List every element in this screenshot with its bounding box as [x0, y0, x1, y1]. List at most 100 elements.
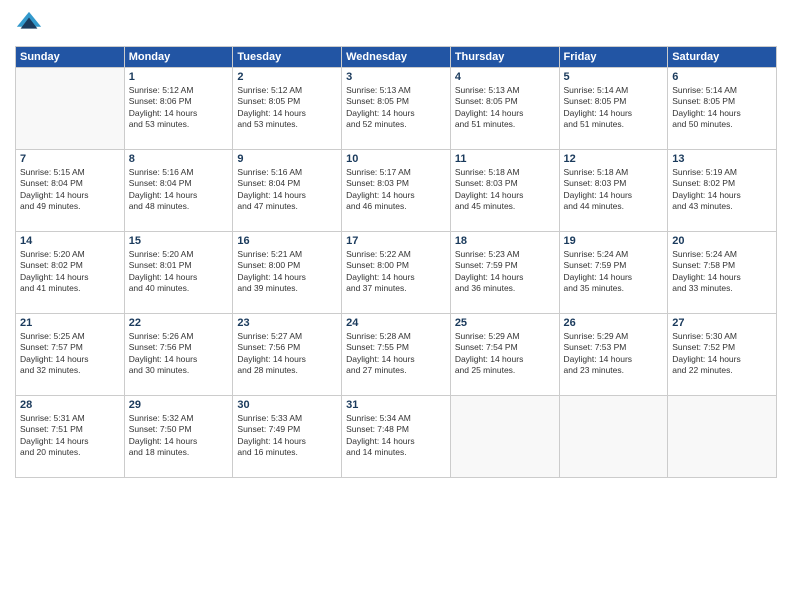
day-info: Sunrise: 5:24 AM Sunset: 7:59 PM Dayligh…: [564, 249, 664, 295]
day-info: Sunrise: 5:12 AM Sunset: 8:05 PM Dayligh…: [237, 85, 337, 131]
weekday-header-sunday: Sunday: [16, 47, 125, 68]
calendar-cell: 6Sunrise: 5:14 AM Sunset: 8:05 PM Daylig…: [668, 68, 777, 150]
calendar-cell: 26 Sunrise: 5:29 AM Sunset: 7:53 PM Dayli…: [559, 314, 668, 396]
calendar-cell: 2 Sunrise: 5:12 AM Sunset: 8:05 PM Daylig…: [233, 68, 342, 150]
day-info: Sunrise: 5:20 AM Sunset: 8:01 PM Dayligh…: [129, 249, 229, 295]
day-info: Sunrise: 5:12 AM Sunset: 8:06 PM Dayligh…: [129, 85, 229, 131]
calendar-cell: [450, 396, 559, 478]
calendar-week-4: 28 Sunrise: 5:31 AM Sunset: 7:51 PM Dayli…: [16, 396, 777, 478]
weekday-header-monday: Monday: [124, 47, 233, 68]
calendar-cell: 17Sunrise: 5:22 AM Sunset: 8:00 PM Dayli…: [342, 232, 451, 314]
calendar-cell: 11 Sunrise: 5:18 AM Sunset: 8:03 PM Dayli…: [450, 150, 559, 232]
day-number: 22: [129, 317, 229, 329]
day-info: Sunrise: 5:18 AM Sunset: 8:03 PM Dayligh…: [564, 167, 664, 213]
day-number: 13: [672, 153, 772, 165]
day-number: 5: [564, 71, 664, 83]
day-info: Sunrise: 5:20 AM Sunset: 8:02 PM Dayligh…: [20, 249, 120, 295]
day-number: 25: [455, 317, 555, 329]
day-number: 2: [237, 71, 337, 83]
calendar-cell: 16 Sunrise: 5:21 AM Sunset: 8:00 PM Dayli…: [233, 232, 342, 314]
weekday-header-thursday: Thursday: [450, 47, 559, 68]
day-number: 21: [20, 317, 120, 329]
day-info: Sunrise: 5:13 AM Sunset: 8:05 PM Dayligh…: [346, 85, 446, 131]
day-number: 18: [455, 235, 555, 247]
calendar-cell: 9 Sunrise: 5:16 AM Sunset: 8:04 PM Daylig…: [233, 150, 342, 232]
day-info: Sunrise: 5:21 AM Sunset: 8:00 PM Dayligh…: [237, 249, 337, 295]
calendar-cell: 30Sunrise: 5:33 AM Sunset: 7:49 PM Dayli…: [233, 396, 342, 478]
day-number: 8: [129, 153, 229, 165]
day-info: Sunrise: 5:28 AM Sunset: 7:55 PM Dayligh…: [346, 331, 446, 377]
calendar-cell: 22 Sunrise: 5:26 AM Sunset: 7:56 PM Dayli…: [124, 314, 233, 396]
day-info: Sunrise: 5:26 AM Sunset: 7:56 PM Dayligh…: [129, 331, 229, 377]
calendar-cell: 8 Sunrise: 5:16 AM Sunset: 8:04 PM Daylig…: [124, 150, 233, 232]
day-number: 28: [20, 399, 120, 411]
day-info: Sunrise: 5:19 AM Sunset: 8:02 PM Dayligh…: [672, 167, 772, 213]
day-number: 7: [20, 153, 120, 165]
calendar-cell: 23 Sunrise: 5:27 AM Sunset: 7:56 PM Dayli…: [233, 314, 342, 396]
day-number: 16: [237, 235, 337, 247]
day-number: 24: [346, 317, 446, 329]
day-info: Sunrise: 5:13 AM Sunset: 8:05 PM Dayligh…: [455, 85, 555, 131]
day-number: 10: [346, 153, 446, 165]
logo: [15, 10, 45, 38]
day-number: 15: [129, 235, 229, 247]
calendar-cell: 13 Sunrise: 5:19 AM Sunset: 8:02 PM Dayli…: [668, 150, 777, 232]
day-number: 29: [129, 399, 229, 411]
day-info: Sunrise: 5:27 AM Sunset: 7:56 PM Dayligh…: [237, 331, 337, 377]
calendar-cell: [559, 396, 668, 478]
calendar-cell: 10Sunrise: 5:17 AM Sunset: 8:03 PM Dayli…: [342, 150, 451, 232]
calendar-cell: [16, 68, 125, 150]
day-info: Sunrise: 5:34 AM Sunset: 7:48 PM Dayligh…: [346, 413, 446, 459]
calendar-week-2: 14 Sunrise: 5:20 AM Sunset: 8:02 PM Dayli…: [16, 232, 777, 314]
calendar-week-0: 1Sunrise: 5:12 AM Sunset: 8:06 PM Daylig…: [16, 68, 777, 150]
calendar-cell: 4 Sunrise: 5:13 AM Sunset: 8:05 PM Daylig…: [450, 68, 559, 150]
day-number: 31: [346, 399, 446, 411]
calendar-cell: 25Sunrise: 5:29 AM Sunset: 7:54 PM Dayli…: [450, 314, 559, 396]
calendar-cell: 3 Sunrise: 5:13 AM Sunset: 8:05 PM Daylig…: [342, 68, 451, 150]
calendar-cell: 28 Sunrise: 5:31 AM Sunset: 7:51 PM Dayli…: [16, 396, 125, 478]
day-info: Sunrise: 5:15 AM Sunset: 8:04 PM Dayligh…: [20, 167, 120, 213]
calendar-cell: 18Sunrise: 5:23 AM Sunset: 7:59 PM Dayli…: [450, 232, 559, 314]
calendar-cell: 12 Sunrise: 5:18 AM Sunset: 8:03 PM Dayli…: [559, 150, 668, 232]
day-number: 20: [672, 235, 772, 247]
day-number: 23: [237, 317, 337, 329]
calendar-header: SundayMondayTuesdayWednesdayThursdayFrid…: [16, 47, 777, 68]
day-info: Sunrise: 5:16 AM Sunset: 8:04 PM Dayligh…: [237, 167, 337, 213]
calendar-week-1: 7 Sunrise: 5:15 AM Sunset: 8:04 PM Daylig…: [16, 150, 777, 232]
day-number: 6: [672, 71, 772, 83]
calendar-cell: 5Sunrise: 5:14 AM Sunset: 8:05 PM Daylig…: [559, 68, 668, 150]
day-number: 4: [455, 71, 555, 83]
logo-icon: [15, 10, 43, 38]
day-info: Sunrise: 5:29 AM Sunset: 7:53 PM Dayligh…: [564, 331, 664, 377]
calendar-cell: 24 Sunrise: 5:28 AM Sunset: 7:55 PM Dayli…: [342, 314, 451, 396]
calendar-table: SundayMondayTuesdayWednesdayThursdayFrid…: [15, 46, 777, 478]
calendar-cell: 31 Sunrise: 5:34 AM Sunset: 7:48 PM Dayli…: [342, 396, 451, 478]
day-number: 26: [564, 317, 664, 329]
weekday-header-wednesday: Wednesday: [342, 47, 451, 68]
weekday-header-saturday: Saturday: [668, 47, 777, 68]
day-number: 14: [20, 235, 120, 247]
day-number: 27: [672, 317, 772, 329]
calendar-cell: 7 Sunrise: 5:15 AM Sunset: 8:04 PM Daylig…: [16, 150, 125, 232]
header: [15, 10, 777, 38]
day-info: Sunrise: 5:16 AM Sunset: 8:04 PM Dayligh…: [129, 167, 229, 213]
day-info: Sunrise: 5:30 AM Sunset: 7:52 PM Dayligh…: [672, 331, 772, 377]
day-info: Sunrise: 5:18 AM Sunset: 8:03 PM Dayligh…: [455, 167, 555, 213]
day-info: Sunrise: 5:25 AM Sunset: 7:57 PM Dayligh…: [20, 331, 120, 377]
calendar-cell: 27 Sunrise: 5:30 AM Sunset: 7:52 PM Dayli…: [668, 314, 777, 396]
calendar-cell: [668, 396, 777, 478]
day-info: Sunrise: 5:32 AM Sunset: 7:50 PM Dayligh…: [129, 413, 229, 459]
calendar-week-3: 21 Sunrise: 5:25 AM Sunset: 7:57 PM Dayli…: [16, 314, 777, 396]
day-number: 11: [455, 153, 555, 165]
day-number: 12: [564, 153, 664, 165]
page: SundayMondayTuesdayWednesdayThursdayFrid…: [0, 0, 792, 612]
day-number: 3: [346, 71, 446, 83]
calendar-body: 1Sunrise: 5:12 AM Sunset: 8:06 PM Daylig…: [16, 68, 777, 478]
day-number: 19: [564, 235, 664, 247]
day-number: 17: [346, 235, 446, 247]
calendar-cell: 20Sunrise: 5:24 AM Sunset: 7:58 PM Dayli…: [668, 232, 777, 314]
day-info: Sunrise: 5:31 AM Sunset: 7:51 PM Dayligh…: [20, 413, 120, 459]
day-number: 30: [237, 399, 337, 411]
weekday-header-friday: Friday: [559, 47, 668, 68]
day-number: 9: [237, 153, 337, 165]
